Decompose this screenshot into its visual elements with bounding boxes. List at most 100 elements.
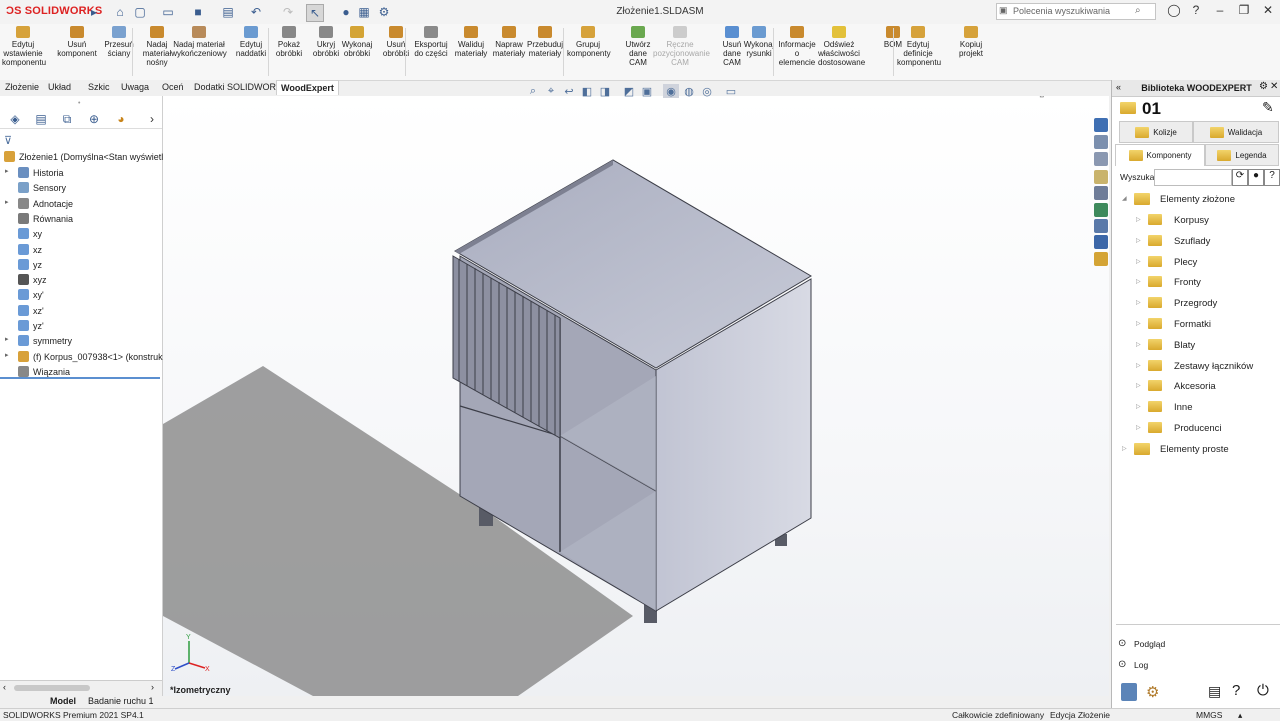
expand-arrow-icon[interactable]: ▷ <box>1136 299 1141 306</box>
rollback-bar[interactable] <box>0 377 160 379</box>
tab-validation[interactable]: Walidacja <box>1193 121 1279 143</box>
home-tab-icon[interactable] <box>1094 135 1108 149</box>
restore-icon[interactable]: ❐ <box>1234 3 1254 21</box>
settings-gear-icon[interactable]: ⚙ <box>1146 683 1159 701</box>
expand-arrow-icon[interactable]: ▷ <box>1136 258 1141 265</box>
undo-icon[interactable]: ↶ <box>248 4 264 20</box>
home-icon[interactable]: ⌂ <box>112 4 128 20</box>
tab-dodatki-solidworks[interactable]: Dodatki SOLIDWORKS <box>194 82 288 92</box>
library-help-icon[interactable]: ? <box>1264 169 1280 186</box>
hide-show-items-icon[interactable]: ◉ <box>663 84 679 98</box>
ribbon-button-3[interactable]: Przesuń ściany <box>98 26 140 58</box>
library-item-9[interactable]: ▷ Akcesoria <box>1112 377 1280 395</box>
panel-grip-icon[interactable]: • <box>78 100 80 107</box>
apply-scene-icon[interactable]: ◎ <box>699 84 715 98</box>
zoom-to-fit-icon[interactable]: ⌕ <box>525 84 541 98</box>
tree-scrollbar[interactable]: ‹ › <box>0 680 162 697</box>
section-view-icon[interactable]: ◧ <box>579 84 595 98</box>
tab-woodexpert[interactable]: WoodExpert <box>276 80 339 95</box>
custom-properties-icon[interactable] <box>1094 219 1108 233</box>
ribbon-button-15[interactable]: Grupuj komponenty <box>567 26 611 58</box>
panel-options-icon[interactable]: ⚙ <box>1259 81 1268 92</box>
ribbon-button-6[interactable]: Edytuj naddatki <box>230 26 272 58</box>
edit-appearance-icon[interactable]: ◍ <box>681 84 697 98</box>
expand-arrow-icon[interactable]: ▸ <box>5 335 9 343</box>
tab-uk-ad[interactable]: Układ <box>48 82 71 92</box>
woodexpert-library-icon[interactable] <box>1094 252 1108 266</box>
ribbon-button-21[interactable]: Odśwież właściwości dostosowane <box>818 26 865 67</box>
expand-arrow-icon[interactable]: ◢ <box>1122 195 1127 202</box>
appearances-icon[interactable] <box>1094 203 1108 217</box>
help-icon[interactable]: ? <box>1186 3 1206 21</box>
unit-system[interactable]: MMGS <box>1196 710 1222 720</box>
print-icon[interactable]: ▤ <box>220 4 236 20</box>
ribbon-button-23[interactable]: Edytuj definicje komponentu <box>897 26 941 67</box>
user-icon[interactable]: ◯ <box>1164 3 1184 21</box>
ribbon-button-2[interactable]: Usuń komponent <box>56 26 98 58</box>
expand-arrow-icon[interactable]: ▷ <box>1136 237 1141 244</box>
expand-arrow-icon[interactable]: ▷ <box>1136 362 1141 369</box>
library-item-3[interactable]: ▷ Plecy <box>1112 253 1280 271</box>
view-palette-icon[interactable] <box>1094 186 1108 200</box>
expand-arrow-icon[interactable]: ▷ <box>1136 424 1141 431</box>
expand-arrow-icon[interactable]: ▷ <box>1136 320 1141 327</box>
tab-components[interactable]: Komponenty <box>1115 144 1205 166</box>
expand-arrow-icon[interactable]: ▷ <box>1122 445 1127 452</box>
expand-preview-icon[interactable]: ⊙ <box>1118 638 1126 649</box>
scroll-left-icon[interactable]: ‹ <box>3 682 6 692</box>
view-triad[interactable]: Y Z X <box>171 634 210 673</box>
file-explorer-icon[interactable] <box>1094 170 1108 184</box>
command-search-input[interactable]: ▣ Polecenia wyszukiwania ⌕ <box>996 3 1156 20</box>
log-section[interactable]: Log <box>1134 660 1148 670</box>
new-document-icon[interactable]: ▢ <box>132 4 148 20</box>
library-item-4[interactable]: ▷ Fronty <box>1112 273 1280 291</box>
library-search-input[interactable] <box>1154 169 1232 186</box>
library-item-6[interactable]: ▷ Formatki <box>1112 315 1280 333</box>
open-folder-icon[interactable]: ▭ <box>160 4 176 20</box>
library-group-simple[interactable]: ▷ Elementy proste <box>1112 440 1280 458</box>
scrollbar-thumb[interactable] <box>14 685 90 691</box>
dropdown-circle-icon[interactable]: ● <box>1248 169 1264 186</box>
zoom-area-icon[interactable]: ⌖ <box>543 84 559 98</box>
tab-z-o-enie[interactable]: Złożenie <box>5 82 39 92</box>
panel-close-icon[interactable]: ✕ <box>1270 81 1278 92</box>
expand-log-icon[interactable]: ⊙ <box>1118 659 1126 670</box>
edit-project-icon[interactable]: ✎ <box>1262 99 1274 116</box>
library-item-7[interactable]: ▷ Blaty <box>1112 336 1280 354</box>
feature-manager-tab-icon[interactable]: ◈ <box>6 111 24 127</box>
solidworks-forum-icon[interactable] <box>1094 235 1108 249</box>
preview-section[interactable]: Podgląd <box>1134 639 1165 649</box>
tabs-more-arrow-icon[interactable]: › <box>143 111 161 127</box>
tab-motion-study[interactable]: Badanie ruchu 1 <box>88 696 154 706</box>
library-item-11[interactable]: ▷ Producenci <box>1112 419 1280 437</box>
ribbon-button-20[interactable]: Informacje o elemencie <box>776 26 818 67</box>
solidworks-resources-icon[interactable] <box>1094 118 1108 132</box>
viewport-minimize-icon[interactable]: ▫ <box>1020 96 1024 99</box>
design-library-icon[interactable] <box>1094 152 1108 166</box>
tab-legend[interactable]: Legenda <box>1205 144 1279 166</box>
ribbon-button-17[interactable]: Ręczne pozycjonowanie CAM <box>653 26 710 67</box>
ribbon-button-12[interactable]: Waliduj materiały <box>450 26 492 58</box>
minimize-icon[interactable]: – <box>1210 3 1230 21</box>
about-help-icon[interactable]: ? <box>1232 682 1240 699</box>
display-style-icon[interactable]: ▣ <box>639 84 655 98</box>
expand-arrow-icon[interactable]: ▸ <box>5 351 9 359</box>
scroll-right-icon[interactable]: › <box>151 682 154 692</box>
status-menu-icon[interactable]: ▴ <box>1238 710 1242 721</box>
previous-view-icon[interactable]: ↩ <box>561 84 577 98</box>
viewport-close-icon[interactable]: ✕ <box>1092 96 1100 99</box>
ribbon-button-14[interactable]: Przebuduj materiały <box>524 26 566 58</box>
filter-icon[interactable]: ⊽ <box>4 134 12 147</box>
dimxpert-tab-icon[interactable]: ⊕ <box>85 111 103 127</box>
refresh-icon[interactable]: ⟳ <box>1232 169 1248 186</box>
save-icon[interactable]: ■ <box>190 4 206 20</box>
collapse-panel-icon[interactable]: « <box>1116 82 1121 92</box>
tab-szkic[interactable]: Szkic <box>88 82 110 92</box>
file-properties-icon[interactable]: ▦ <box>356 4 372 20</box>
expand-arrow-icon[interactable]: ▷ <box>1136 216 1141 223</box>
ribbon-button-9[interactable]: Wykonaj obróbki <box>336 26 378 58</box>
options-gear-icon[interactable]: ⚙ <box>376 4 392 20</box>
display-manager-tab-icon[interactable]: ◕ <box>112 111 130 127</box>
menu-arrow-icon[interactable]: ▸ <box>86 4 102 20</box>
library-item-1[interactable]: ▷ Korpusy <box>1112 211 1280 229</box>
